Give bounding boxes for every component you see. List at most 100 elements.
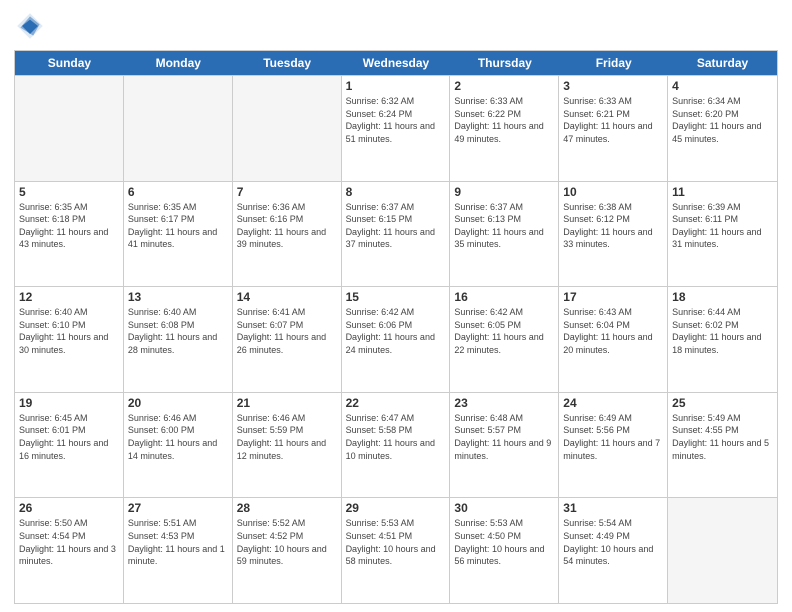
day-info: Sunrise: 6:45 AM Sunset: 6:01 PM Dayligh… bbox=[19, 412, 119, 462]
day-info: Sunrise: 5:52 AM Sunset: 4:52 PM Dayligh… bbox=[237, 517, 337, 567]
day-info: Sunrise: 6:42 AM Sunset: 6:05 PM Dayligh… bbox=[454, 306, 554, 356]
day-info: Sunrise: 6:37 AM Sunset: 6:13 PM Dayligh… bbox=[454, 201, 554, 251]
calendar-cell bbox=[668, 498, 777, 603]
calendar-cell: 14Sunrise: 6:41 AM Sunset: 6:07 PM Dayli… bbox=[233, 287, 342, 392]
day-info: Sunrise: 5:54 AM Sunset: 4:49 PM Dayligh… bbox=[563, 517, 663, 567]
day-number: 4 bbox=[672, 79, 773, 93]
day-number: 2 bbox=[454, 79, 554, 93]
day-info: Sunrise: 5:53 AM Sunset: 4:51 PM Dayligh… bbox=[346, 517, 446, 567]
day-info: Sunrise: 5:50 AM Sunset: 4:54 PM Dayligh… bbox=[19, 517, 119, 567]
day-info: Sunrise: 6:39 AM Sunset: 6:11 PM Dayligh… bbox=[672, 201, 773, 251]
day-info: Sunrise: 6:34 AM Sunset: 6:20 PM Dayligh… bbox=[672, 95, 773, 145]
day-header-friday: Friday bbox=[559, 51, 668, 75]
calendar-cell: 22 Sunrise: 6:47 AM Sunset: 5:58 PM Dayli… bbox=[342, 393, 451, 498]
day-number: 11 bbox=[672, 185, 773, 199]
calendar-cell: 3 Sunrise: 6:33 AM Sunset: 6:21 PM Daylig… bbox=[559, 76, 668, 181]
day-info: Sunrise: 5:51 AM Sunset: 4:53 PM Dayligh… bbox=[128, 517, 228, 567]
calendar-cell: 20 Sunrise: 6:46 AM Sunset: 6:00 PM Dayli… bbox=[124, 393, 233, 498]
day-info: Sunrise: 6:35 AM Sunset: 6:17 PM Dayligh… bbox=[128, 201, 228, 251]
calendar-cell: 12 Sunrise: 6:40 AM Sunset: 6:10 PM Dayli… bbox=[15, 287, 124, 392]
calendar-cell: 19Sunrise: 6:45 AM Sunset: 6:01 PM Dayli… bbox=[15, 393, 124, 498]
day-number: 12 bbox=[19, 290, 119, 304]
page: SundayMondayTuesdayWednesdayThursdayFrid… bbox=[0, 0, 792, 612]
calendar-cell: 2 Sunrise: 6:33 AM Sunset: 6:22 PM Daylig… bbox=[450, 76, 559, 181]
day-info: Sunrise: 6:33 AM Sunset: 6:22 PM Dayligh… bbox=[454, 95, 554, 145]
calendar-cell: 29 Sunrise: 5:53 AM Sunset: 4:51 PM Dayli… bbox=[342, 498, 451, 603]
day-number: 29 bbox=[346, 501, 446, 515]
calendar-cell: 17 Sunrise: 6:43 AM Sunset: 6:04 PM Dayli… bbox=[559, 287, 668, 392]
day-number: 7 bbox=[237, 185, 337, 199]
calendar-week-5: 26Sunrise: 5:50 AM Sunset: 4:54 PM Dayli… bbox=[15, 497, 777, 603]
day-info: Sunrise: 6:38 AM Sunset: 6:12 PM Dayligh… bbox=[563, 201, 663, 251]
calendar-body: 1Sunrise: 6:32 AM Sunset: 6:24 PM Daylig… bbox=[15, 75, 777, 603]
day-number: 13 bbox=[128, 290, 228, 304]
day-info: Sunrise: 6:46 AM Sunset: 5:59 PM Dayligh… bbox=[237, 412, 337, 462]
day-number: 10 bbox=[563, 185, 663, 199]
day-header-sunday: Sunday bbox=[15, 51, 124, 75]
day-info: Sunrise: 6:47 AM Sunset: 5:58 PM Dayligh… bbox=[346, 412, 446, 462]
day-number: 22 bbox=[346, 396, 446, 410]
calendar-cell bbox=[233, 76, 342, 181]
day-info: Sunrise: 6:36 AM Sunset: 6:16 PM Dayligh… bbox=[237, 201, 337, 251]
day-info: Sunrise: 6:40 AM Sunset: 6:08 PM Dayligh… bbox=[128, 306, 228, 356]
day-number: 9 bbox=[454, 185, 554, 199]
calendar-cell: 10 Sunrise: 6:38 AM Sunset: 6:12 PM Dayli… bbox=[559, 182, 668, 287]
day-info: Sunrise: 6:33 AM Sunset: 6:21 PM Dayligh… bbox=[563, 95, 663, 145]
calendar: SundayMondayTuesdayWednesdayThursdayFrid… bbox=[14, 50, 778, 604]
calendar-cell bbox=[15, 76, 124, 181]
day-header-thursday: Thursday bbox=[450, 51, 559, 75]
day-info: Sunrise: 6:49 AM Sunset: 5:56 PM Dayligh… bbox=[563, 412, 663, 462]
calendar-week-1: 1Sunrise: 6:32 AM Sunset: 6:24 PM Daylig… bbox=[15, 75, 777, 181]
day-number: 30 bbox=[454, 501, 554, 515]
calendar-cell: 21Sunrise: 6:46 AM Sunset: 5:59 PM Dayli… bbox=[233, 393, 342, 498]
calendar-cell: 6 Sunrise: 6:35 AM Sunset: 6:17 PM Daylig… bbox=[124, 182, 233, 287]
logo bbox=[14, 10, 48, 44]
day-number: 17 bbox=[563, 290, 663, 304]
day-info: Sunrise: 5:53 AM Sunset: 4:50 PM Dayligh… bbox=[454, 517, 554, 567]
calendar-cell: 27 Sunrise: 5:51 AM Sunset: 4:53 PM Dayli… bbox=[124, 498, 233, 603]
day-number: 20 bbox=[128, 396, 228, 410]
calendar-cell: 11 Sunrise: 6:39 AM Sunset: 6:11 PM Dayli… bbox=[668, 182, 777, 287]
calendar-cell: 9 Sunrise: 6:37 AM Sunset: 6:13 PM Daylig… bbox=[450, 182, 559, 287]
calendar-cell: 5 Sunrise: 6:35 AM Sunset: 6:18 PM Daylig… bbox=[15, 182, 124, 287]
calendar-cell: 26Sunrise: 5:50 AM Sunset: 4:54 PM Dayli… bbox=[15, 498, 124, 603]
day-info: Sunrise: 5:49 AM Sunset: 4:55 PM Dayligh… bbox=[672, 412, 773, 462]
day-number: 27 bbox=[128, 501, 228, 515]
day-number: 16 bbox=[454, 290, 554, 304]
day-info: Sunrise: 6:41 AM Sunset: 6:07 PM Dayligh… bbox=[237, 306, 337, 356]
day-number: 8 bbox=[346, 185, 446, 199]
calendar-cell: 28 Sunrise: 5:52 AM Sunset: 4:52 PM Dayli… bbox=[233, 498, 342, 603]
calendar-cell: 24 Sunrise: 6:49 AM Sunset: 5:56 PM Dayli… bbox=[559, 393, 668, 498]
day-number: 24 bbox=[563, 396, 663, 410]
day-number: 6 bbox=[128, 185, 228, 199]
calendar-week-2: 5 Sunrise: 6:35 AM Sunset: 6:18 PM Daylig… bbox=[15, 181, 777, 287]
day-info: Sunrise: 6:48 AM Sunset: 5:57 PM Dayligh… bbox=[454, 412, 554, 462]
day-header-wednesday: Wednesday bbox=[342, 51, 451, 75]
header bbox=[14, 10, 778, 44]
calendar-cell: 13 Sunrise: 6:40 AM Sunset: 6:08 PM Dayli… bbox=[124, 287, 233, 392]
day-info: Sunrise: 6:37 AM Sunset: 6:15 PM Dayligh… bbox=[346, 201, 446, 251]
calendar-cell: 7 Sunrise: 6:36 AM Sunset: 6:16 PM Daylig… bbox=[233, 182, 342, 287]
day-info: Sunrise: 6:32 AM Sunset: 6:24 PM Dayligh… bbox=[346, 95, 446, 145]
day-info: Sunrise: 6:42 AM Sunset: 6:06 PM Dayligh… bbox=[346, 306, 446, 356]
calendar-cell: 31 Sunrise: 5:54 AM Sunset: 4:49 PM Dayli… bbox=[559, 498, 668, 603]
calendar-cell: 18Sunrise: 6:44 AM Sunset: 6:02 PM Dayli… bbox=[668, 287, 777, 392]
day-number: 31 bbox=[563, 501, 663, 515]
day-info: Sunrise: 6:46 AM Sunset: 6:00 PM Dayligh… bbox=[128, 412, 228, 462]
day-number: 23 bbox=[454, 396, 554, 410]
calendar-cell: 8 Sunrise: 6:37 AM Sunset: 6:15 PM Daylig… bbox=[342, 182, 451, 287]
day-info: Sunrise: 6:35 AM Sunset: 6:18 PM Dayligh… bbox=[19, 201, 119, 251]
day-info: Sunrise: 6:40 AM Sunset: 6:10 PM Dayligh… bbox=[19, 306, 119, 356]
day-number: 5 bbox=[19, 185, 119, 199]
calendar-week-3: 12 Sunrise: 6:40 AM Sunset: 6:10 PM Dayli… bbox=[15, 286, 777, 392]
day-info: Sunrise: 6:43 AM Sunset: 6:04 PM Dayligh… bbox=[563, 306, 663, 356]
day-info: Sunrise: 6:44 AM Sunset: 6:02 PM Dayligh… bbox=[672, 306, 773, 356]
logo-icon bbox=[14, 10, 46, 42]
day-number: 15 bbox=[346, 290, 446, 304]
day-number: 3 bbox=[563, 79, 663, 93]
calendar-cell bbox=[124, 76, 233, 181]
calendar-week-4: 19Sunrise: 6:45 AM Sunset: 6:01 PM Dayli… bbox=[15, 392, 777, 498]
calendar-cell: 1Sunrise: 6:32 AM Sunset: 6:24 PM Daylig… bbox=[342, 76, 451, 181]
day-number: 28 bbox=[237, 501, 337, 515]
day-header-monday: Monday bbox=[124, 51, 233, 75]
